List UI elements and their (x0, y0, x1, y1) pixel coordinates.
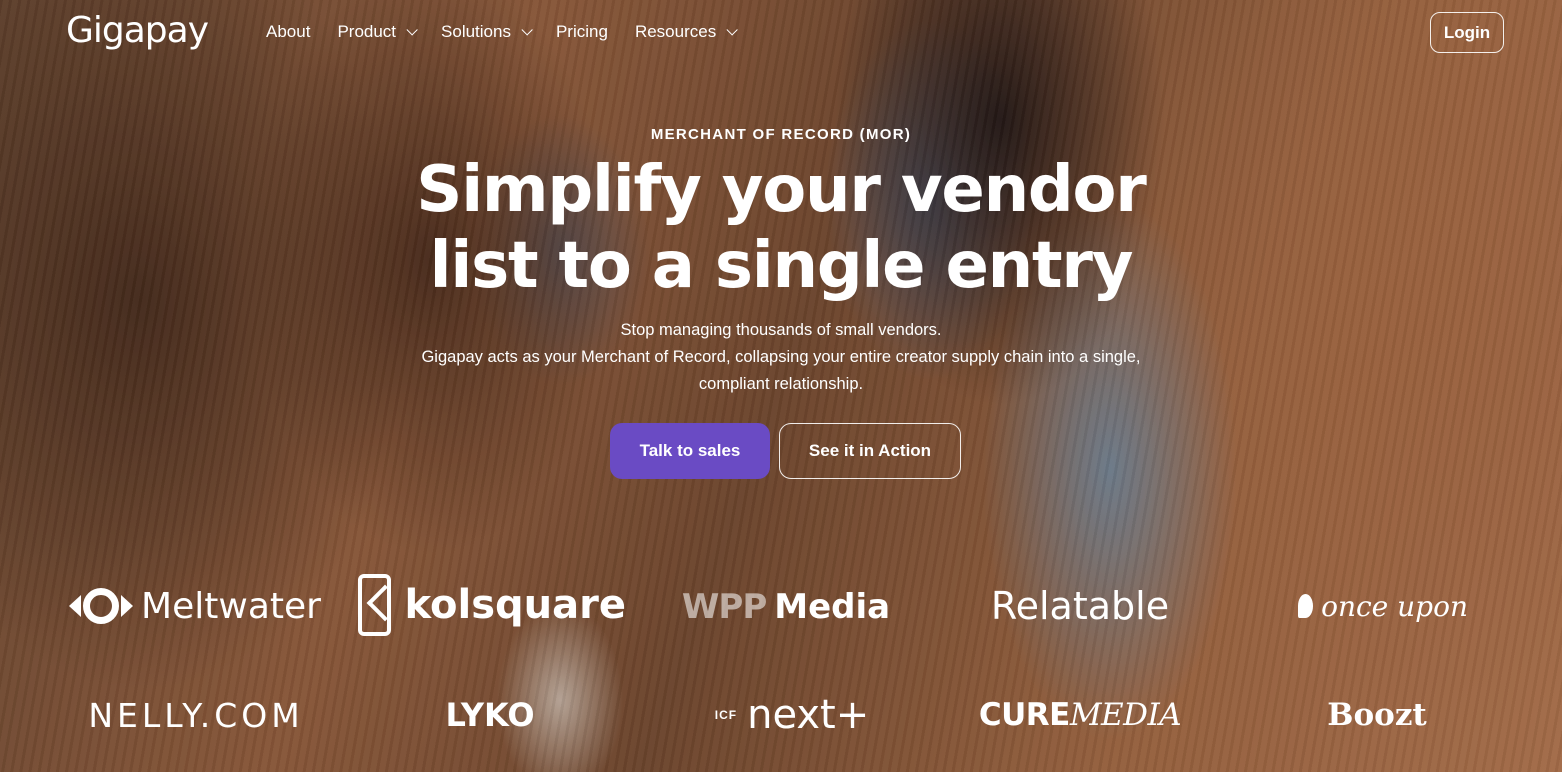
once-upon-wordmark: once upon (1321, 589, 1468, 623)
kolsquare-logo: kolsquare (358, 570, 626, 640)
nav-item-product[interactable]: Product (337, 22, 418, 42)
chevron-down-icon (521, 24, 533, 36)
nelly-wordmark: NELLY.COM (88, 695, 304, 735)
lyko-logo: LYKO (445, 693, 535, 737)
see-it-in-action-button[interactable]: See it in Action (779, 423, 961, 479)
nav-item-about[interactable]: About (266, 22, 310, 42)
headline-line-1: Simplify your vendor (416, 153, 1147, 227)
meltwater-wordmark: Meltwater (141, 585, 321, 627)
nav-item-label: Product (337, 22, 397, 41)
subtitle-line-2: Gigapay acts as your Merchant of Record,… (421, 348, 1141, 366)
chevron-down-icon (726, 24, 738, 36)
gigapay-logo[interactable]: Gigapay (66, 10, 209, 51)
hero-headline: Simplify your vendor list to a single en… (380, 152, 1182, 304)
headline-line-2: list to a single entry (429, 229, 1134, 303)
nav-item-resources[interactable]: Resources (634, 22, 738, 42)
wpp-wordmark: WPP (681, 587, 767, 627)
nav-item-solutions[interactable]: Solutions (441, 22, 533, 42)
relatable-logo: Relatable (978, 582, 1182, 630)
once-upon-mark-icon (1298, 594, 1314, 618)
kolsquare-mark-icon (358, 574, 391, 636)
subtitle-line-1: Stop managing thousands of small vendors… (620, 321, 942, 339)
hero-subtitle: Stop managing thousands of small vendors… (360, 317, 1202, 398)
once-upon-logo: once upon (1298, 586, 1468, 626)
nav-item-pricing[interactable]: Pricing (556, 22, 608, 42)
talk-to-sales-button[interactable]: Talk to sales (610, 423, 770, 479)
nelly-logo: NELLY.COM (78, 693, 314, 737)
nav-item-label: Pricing (555, 22, 608, 41)
subtitle-line-3: compliant relationship. (698, 375, 864, 393)
next-wordmark: next (747, 692, 836, 738)
lyko-wordmark: LYKO (445, 696, 535, 734)
relatable-wordmark: Relatable (990, 584, 1170, 628)
boozt-logo: Boozt (1327, 693, 1427, 737)
meltwater-logo: Meltwater (60, 580, 330, 632)
media-italic-wordmark: MEDIA (1069, 697, 1182, 733)
media-wordmark: Media (774, 587, 891, 627)
nav-item-label: Solutions (441, 22, 511, 41)
nav-item-label: About (266, 22, 311, 41)
kolsquare-wordmark: kolsquare (404, 582, 626, 628)
hero-eyebrow: MERCHANT OF RECORD (MOR) (650, 126, 912, 143)
curemedia-logo: CURE MEDIA (966, 693, 1194, 737)
top-navigation: Gigapay About Product Solutions Pricing … (0, 0, 1562, 66)
plus-icon: + (835, 692, 870, 738)
cure-wordmark: CURE (978, 697, 1070, 733)
boozt-wordmark: Boozt (1327, 697, 1427, 733)
login-button[interactable]: Login (1430, 12, 1504, 53)
main-menu: About Product Solutions Pricing Resource… (266, 22, 761, 42)
nav-item-label: Resources (634, 22, 717, 41)
icf-next-logo: ICF next + (712, 692, 872, 738)
wpp-media-logo: WPP Media (682, 584, 890, 630)
chevron-down-icon (406, 24, 418, 36)
icf-wordmark: ICF (714, 708, 738, 722)
meltwater-mark-icon (69, 588, 134, 624)
